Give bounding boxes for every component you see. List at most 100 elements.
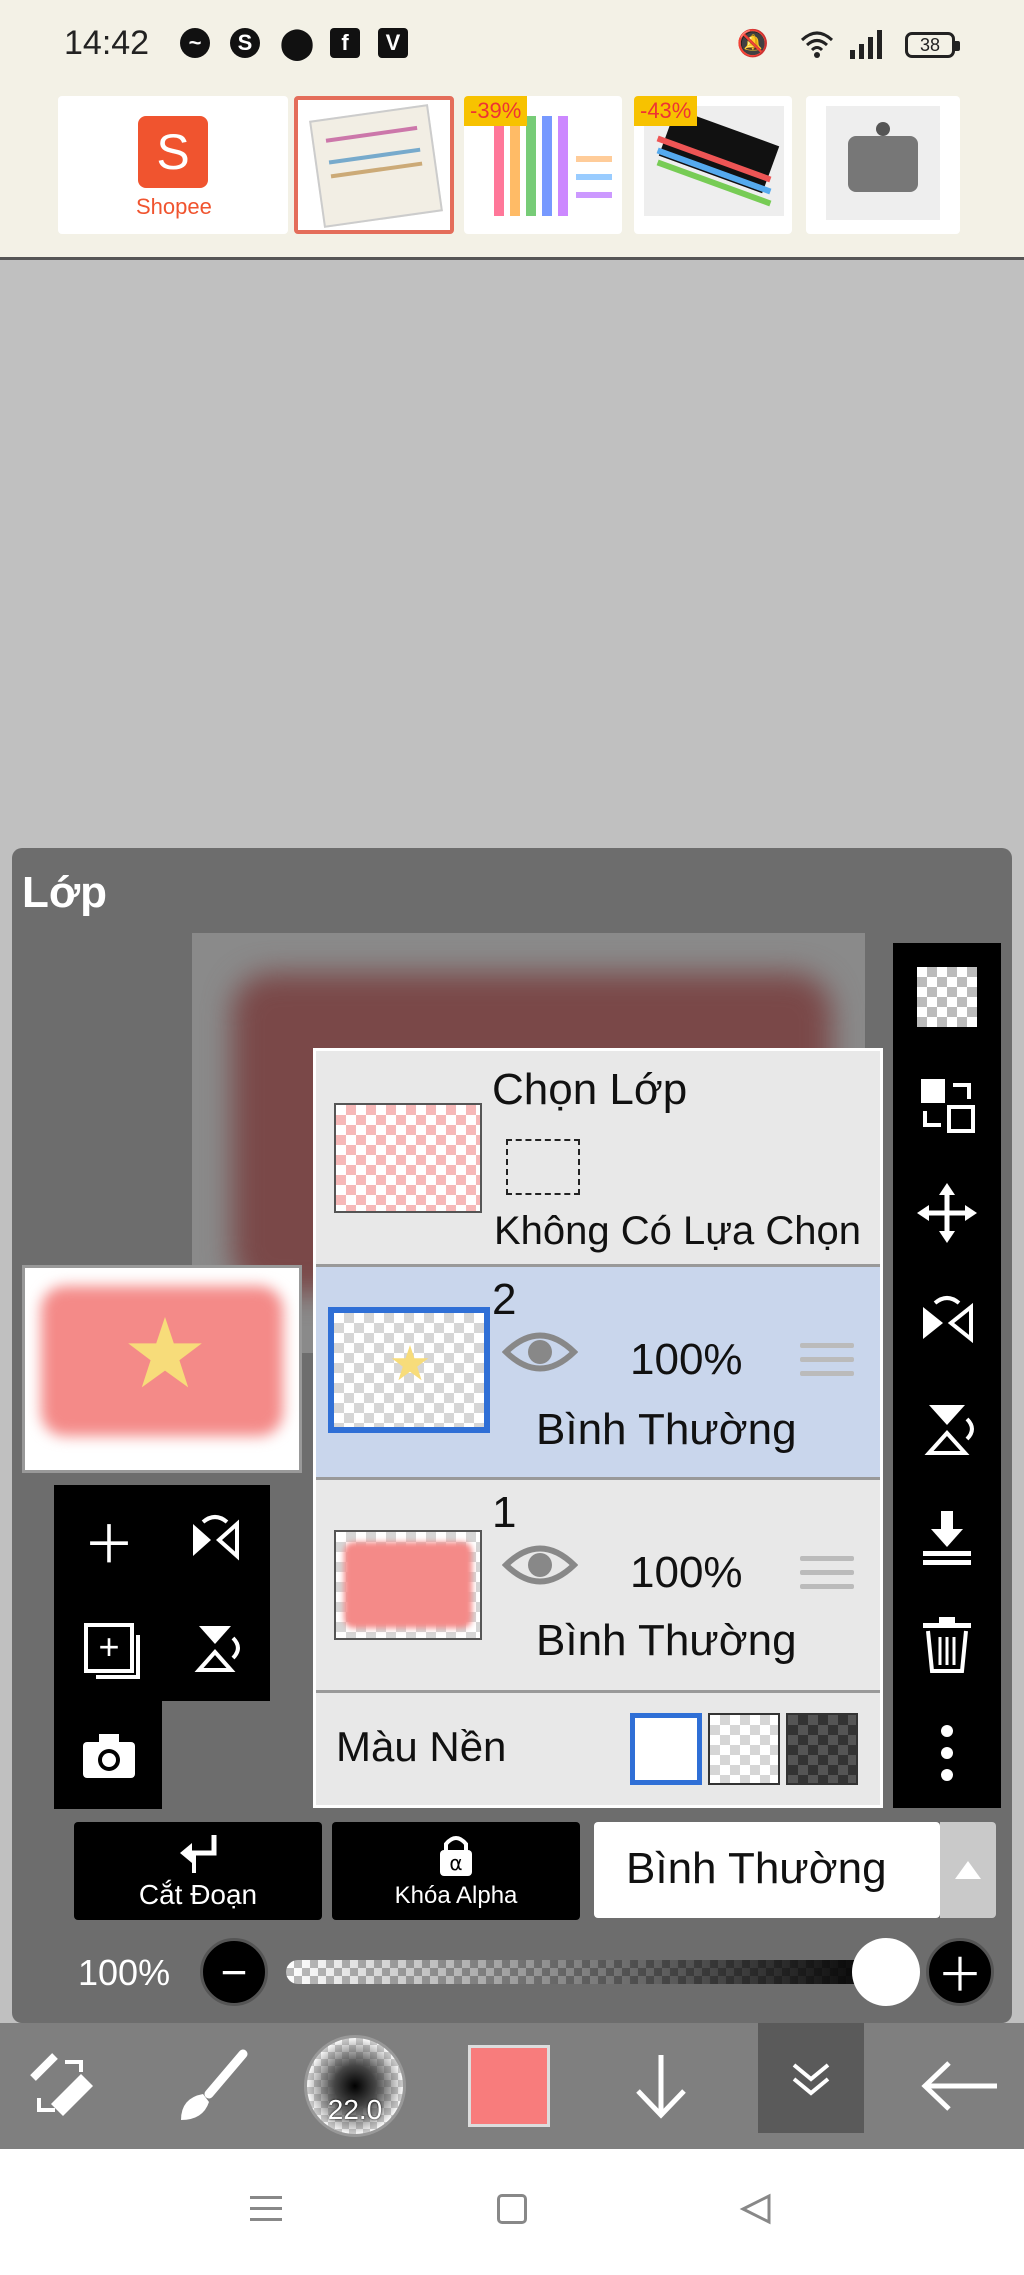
checker-icon	[917, 967, 977, 1027]
selection-layer-row[interactable]: Chọn Lớp Không Có Lựa Chọn	[316, 1051, 880, 1267]
blend-mode-select[interactable]: Bình Thường	[594, 1822, 940, 1918]
flip-vertical-icon	[194, 1626, 240, 1672]
more-options-button[interactable]	[893, 1699, 1001, 1807]
brush-button[interactable]	[148, 2023, 274, 2149]
visibility-toggle[interactable]	[501, 1540, 579, 1602]
layer-number: 1	[492, 1488, 517, 1537]
opacity-slider[interactable]	[286, 1960, 886, 1984]
opacity-slider-handle[interactable]	[852, 1938, 920, 2006]
new-transparent-layer-button[interactable]	[893, 943, 1001, 1051]
battery-icon: 38	[905, 32, 960, 58]
flip-vertical-button[interactable]	[162, 1594, 268, 1702]
current-color-swatch	[468, 2045, 550, 2127]
clock: 14:42	[64, 24, 150, 62]
ad-banner[interactable]: S Shopee -39% -43%	[0, 88, 1024, 260]
messenger-icon: ~	[180, 28, 210, 58]
chevron-double-down-icon	[792, 2063, 830, 2096]
background-label: Màu Nền	[336, 1723, 507, 1770]
drag-handle-icon[interactable]	[800, 1343, 854, 1385]
flip-vertical-icon	[924, 1405, 974, 1455]
collapse-panel-button[interactable]	[758, 2023, 864, 2133]
discount-badge: -43%	[634, 96, 698, 126]
trash-icon	[923, 1617, 971, 1673]
svg-text:α: α	[449, 1851, 462, 1875]
clip-arrow-icon	[180, 1835, 217, 1873]
highlighters-image	[494, 116, 614, 226]
arrow-left-icon	[921, 2061, 997, 2111]
ad-product-highlighters[interactable]: -39%	[464, 96, 622, 234]
star-icon	[391, 1345, 429, 1381]
back-nav-button[interactable]	[726, 2179, 786, 2239]
more-vertical-icon	[941, 1725, 953, 1781]
color-button[interactable]	[454, 2023, 564, 2149]
lock-icon: α	[440, 1836, 472, 1876]
blend-mode-dropdown-button[interactable]	[940, 1822, 996, 1918]
shopee-logo[interactable]: S Shopee	[58, 96, 288, 234]
status-bar: 14:42 ~ S ⬤ f V 🔕 38	[0, 0, 1024, 88]
background-dark-option[interactable]	[786, 1713, 858, 1785]
layer-row-2[interactable]: 2 100% Bình Thường	[316, 1267, 880, 1480]
motor-image	[826, 106, 940, 220]
background-row: Màu Nền	[316, 1693, 880, 1805]
signature	[75, 1438, 125, 1460]
flip-horizontal-button[interactable]	[162, 1486, 268, 1594]
arrow-down-icon	[636, 2055, 686, 2119]
home-icon	[497, 2194, 527, 2224]
menu-nav-button[interactable]	[236, 2179, 296, 2239]
camera-icon	[83, 1734, 135, 1778]
shopee-bag-icon: S	[138, 116, 208, 188]
home-nav-button[interactable]	[482, 2179, 542, 2239]
layer-number: 2	[492, 1275, 517, 1324]
layer-opacity: 100%	[630, 1335, 743, 1384]
merge-down-icon	[923, 1511, 971, 1565]
opacity-decrease-button[interactable]: −	[200, 1938, 268, 2006]
alpha-lock-label: Khóa Alpha	[394, 1882, 518, 1909]
merge-down-button[interactable]	[893, 1483, 1001, 1591]
layer-row-1[interactable]: 1 100% Bình Thường	[316, 1480, 880, 1693]
background-transparent-option[interactable]	[708, 1713, 780, 1785]
add-layer-button[interactable]: ＋	[56, 1486, 162, 1594]
clipping-button[interactable]: Cắt Đoạn	[74, 1822, 322, 1920]
delete-layer-button[interactable]	[893, 1591, 1001, 1699]
brush-size-button[interactable]: 22.0	[300, 2023, 410, 2149]
flip-vertical-tool-button[interactable]	[893, 1375, 1001, 1483]
panel-title: Lớp	[22, 868, 108, 917]
alpha-lock-button[interactable]: α Khóa Alpha	[332, 1822, 580, 1920]
move-icon	[917, 1183, 977, 1243]
canvas-thumbnail[interactable]	[22, 1265, 302, 1473]
move-button[interactable]	[893, 1159, 1001, 1267]
brush-size-preview: 22.0	[304, 2035, 406, 2137]
ad-product-motor[interactable]	[806, 96, 960, 234]
background-white-option[interactable]	[630, 1713, 702, 1785]
back-button[interactable]	[898, 2023, 1024, 2149]
opacity-increase-button[interactable]: ＋	[926, 1938, 994, 2006]
battery-level: 38	[919, 34, 941, 55]
ad-product-notebook[interactable]	[294, 96, 454, 234]
layer-opacity: 100%	[630, 1548, 743, 1597]
opacity-label: 100%	[78, 1952, 171, 1993]
duplicate-icon: +	[84, 1623, 140, 1679]
menu-icon	[250, 2196, 282, 2221]
star-icon	[125, 1313, 205, 1393]
pen-eraser-icon	[30, 2053, 93, 2116]
eye-icon	[501, 1545, 579, 1585]
down-arrow-button[interactable]	[606, 2023, 716, 2149]
selection-marquee-icon	[506, 1139, 580, 1195]
clipping-label: Cắt Đoạn	[138, 1879, 258, 1910]
flip-horizontal-tool-button[interactable]	[893, 1267, 1001, 1375]
swap-layer-button[interactable]	[893, 1051, 1001, 1159]
visibility-toggle[interactable]	[501, 1327, 579, 1389]
layer-thumbnail-selected-frame	[328, 1307, 490, 1433]
ad-product-pens[interactable]: -43%	[634, 96, 792, 234]
shopee-label: Shopee	[136, 194, 212, 219]
duplicate-layer-button[interactable]: +	[56, 1594, 162, 1702]
location-icon: ⬤	[280, 26, 314, 60]
drag-handle-icon[interactable]	[800, 1556, 854, 1598]
camera-button[interactable]	[56, 1702, 162, 1810]
selection-status: Không Có Lựa Chọn	[494, 1209, 862, 1253]
selection-layer-title: Chọn Lớp	[492, 1065, 688, 1114]
pen-eraser-toggle-button[interactable]	[0, 2023, 126, 2149]
notebook-image	[309, 104, 443, 228]
selection-thumbnail	[334, 1103, 482, 1213]
canvas-area[interactable]	[0, 263, 1024, 848]
